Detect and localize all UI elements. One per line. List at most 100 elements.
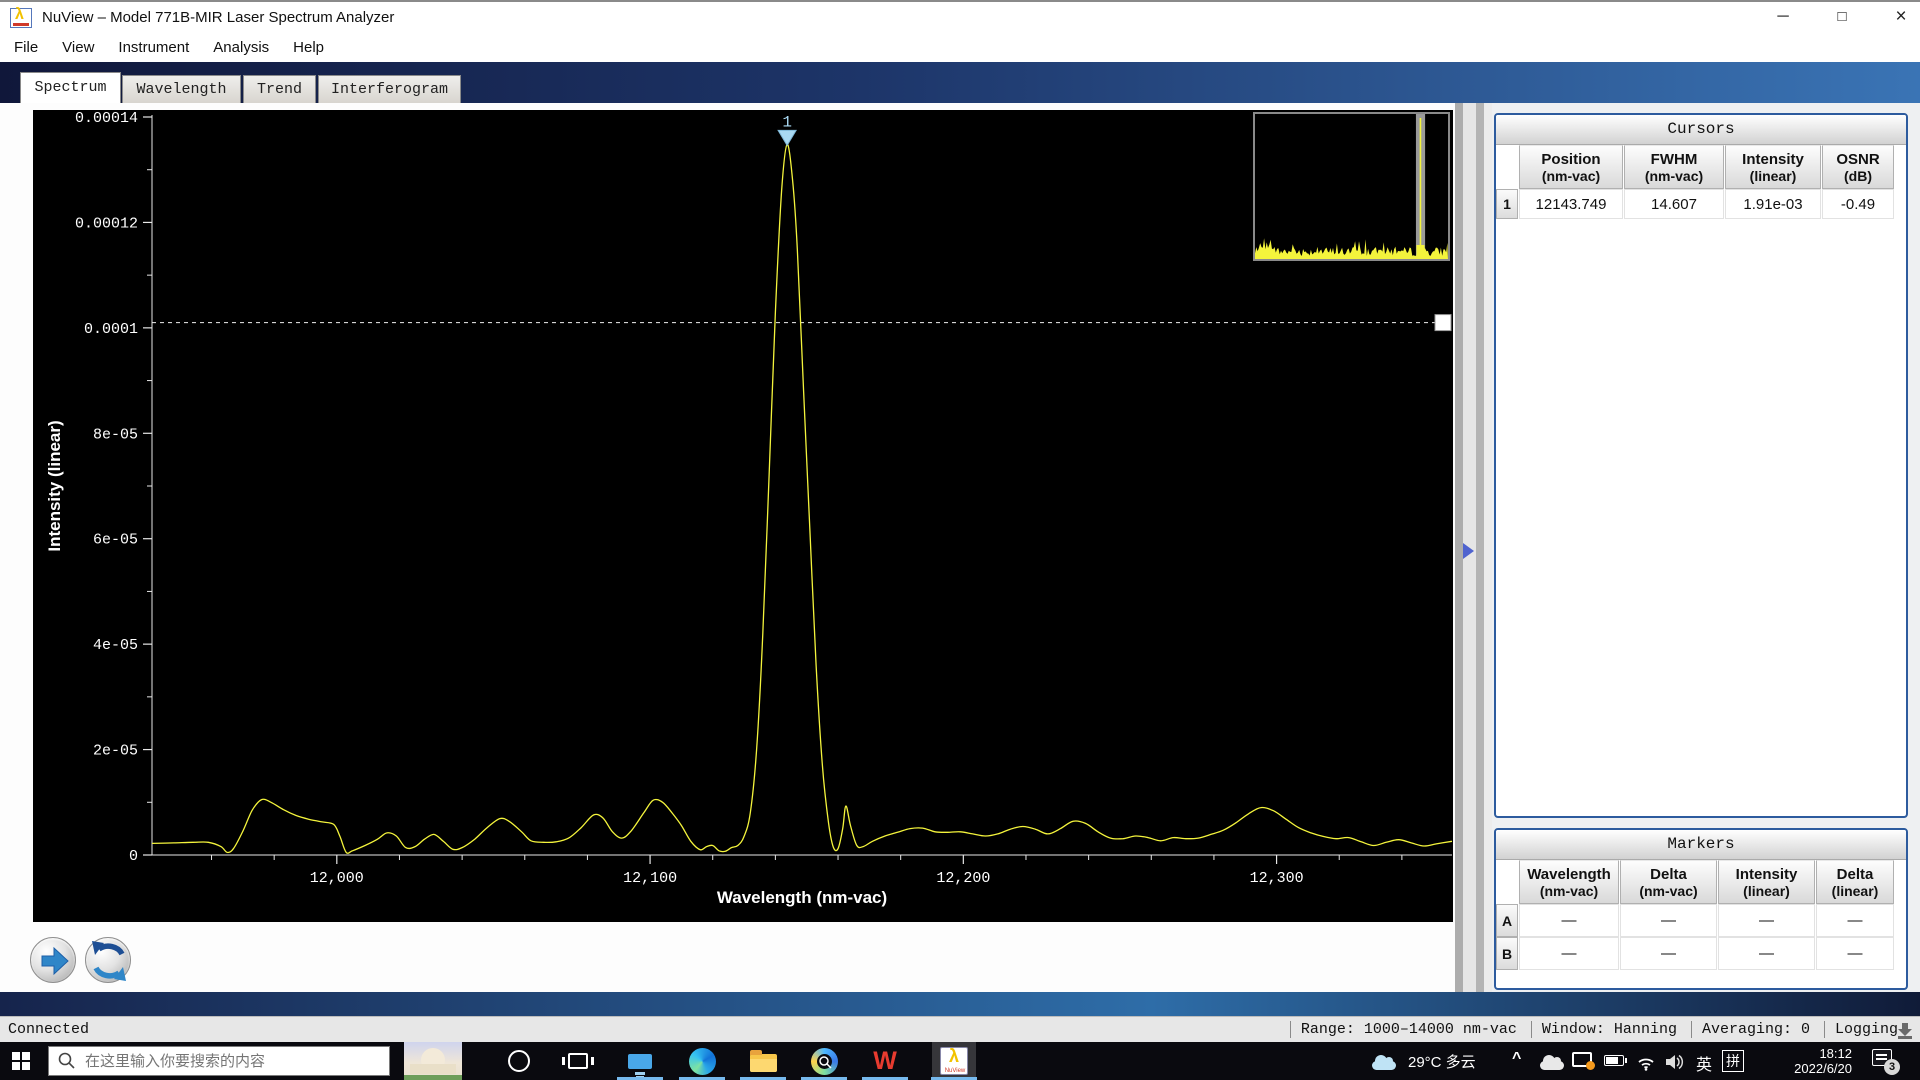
y-tick-label: 0.00012 xyxy=(75,215,138,232)
pc-app-icon[interactable] xyxy=(625,1046,655,1076)
col-wavelength: Wavelength (nm-vac) xyxy=(1519,860,1619,904)
onedrive-icon[interactable] xyxy=(1540,1061,1564,1070)
panel-splitter[interactable] xyxy=(1455,103,1492,992)
play-arrow-icon xyxy=(31,938,77,984)
markers-panel-title: Markers xyxy=(1496,830,1906,860)
clock[interactable]: 18:12 2022/6/20 xyxy=(1752,1046,1852,1076)
x-axis-title: Wavelength (nm-vac) xyxy=(717,888,887,908)
plot-area[interactable]: 02e-054e-056e-058e-050.00010.000120.0001… xyxy=(33,110,1453,922)
tab-wavelength[interactable]: Wavelength xyxy=(122,75,241,103)
col-osnr: OSNR (dB) xyxy=(1822,145,1894,189)
taskbar-search[interactable] xyxy=(48,1046,390,1076)
notification-center-icon[interactable]: 3 xyxy=(1872,1049,1892,1066)
peak-cursor-label: 1 xyxy=(782,113,792,131)
menu-file[interactable]: File xyxy=(14,39,38,56)
cursors-header-row: Position (nm-vac) FWHM (nm-vac) Intensit… xyxy=(1496,145,1906,189)
x-tick-label: 12,000 xyxy=(310,870,364,887)
minimize-button[interactable]: ─ xyxy=(1761,4,1805,32)
cursors-panel: Cursors Position (nm-vac) FWHM (nm-vac) … xyxy=(1494,113,1908,818)
cursor-row-id[interactable]: 1 xyxy=(1496,189,1518,219)
tab-trend[interactable]: Trend xyxy=(243,75,316,103)
y-tick-label: 0.00014 xyxy=(75,110,138,127)
title-bar: λ NuView – Model 771B-MIR Laser Spectrum… xyxy=(0,0,1920,32)
status-logging: Logging xyxy=(1824,1021,1902,1038)
news-widget-thumbnail[interactable] xyxy=(404,1042,462,1080)
marker-b-intensity: — xyxy=(1718,937,1815,970)
marker-a-wavelength: — xyxy=(1519,904,1619,937)
close-button[interactable]: × xyxy=(1879,4,1920,32)
battery-icon[interactable] xyxy=(1604,1055,1624,1066)
marker-row-id[interactable]: B xyxy=(1496,937,1518,970)
status-bar: Connected Range: 1000–14000 nm-vac Windo… xyxy=(0,1016,1920,1042)
start-button-icon[interactable] xyxy=(12,1052,30,1070)
y-tick-label: 0 xyxy=(129,848,138,865)
expand-panel-arrow-icon[interactable] xyxy=(1463,543,1474,559)
app-logo-icon: λ xyxy=(10,8,32,28)
window-title: NuView – Model 771B-MIR Laser Spectrum A… xyxy=(42,9,394,26)
wifi-icon[interactable] xyxy=(1636,1053,1656,1071)
markers-header-row: Wavelength (nm-vac) Delta (nm-vac) Inten… xyxy=(1496,860,1906,904)
cursors-panel-title: Cursors xyxy=(1496,115,1906,145)
maximize-button[interactable]: □ xyxy=(1820,4,1864,32)
x-tick-label: 12,200 xyxy=(936,870,990,887)
menu-instrument[interactable]: Instrument xyxy=(118,39,189,56)
play-button[interactable] xyxy=(30,937,76,983)
logging-download-icon xyxy=(1896,1021,1914,1039)
sync-display-icon[interactable] xyxy=(1572,1052,1592,1067)
menu-analysis[interactable]: Analysis xyxy=(213,39,269,56)
wps-office-icon[interactable]: W xyxy=(870,1046,900,1076)
spectrum-chart[interactable]: 02e-054e-056e-058e-050.00010.000120.0001… xyxy=(33,110,1453,922)
marker-a-delta-linear: — xyxy=(1816,904,1894,937)
col-fwhm: FWHM (nm-vac) xyxy=(1624,145,1724,189)
language-indicator[interactable]: 英 xyxy=(1696,1051,1712,1075)
file-explorer-icon[interactable] xyxy=(748,1046,778,1076)
spectrum-plot-panel: 02e-054e-056e-058e-050.00010.000120.0001… xyxy=(0,103,1455,992)
y-tick-label: 4e-05 xyxy=(93,637,138,654)
nuview-taskbar-button[interactable]: λNuView xyxy=(932,1042,976,1080)
cursor-fwhm-value: 14.607 xyxy=(1624,189,1724,219)
col-position: Position (nm-vac) xyxy=(1519,145,1623,189)
col-delta-linear: Delta (linear) xyxy=(1816,860,1894,904)
x-tick-label: 12,100 xyxy=(623,870,677,887)
speaker-icon[interactable] xyxy=(1664,1053,1686,1071)
bottom-accent-band xyxy=(0,992,1920,1016)
menu-help[interactable]: Help xyxy=(293,39,324,56)
screenshot-tool-icon[interactable] xyxy=(809,1046,839,1076)
marker-b-delta-nm: — xyxy=(1620,937,1717,970)
weather-icon[interactable] xyxy=(1372,1061,1396,1070)
tray-expand-chevron-icon[interactable]: ^ xyxy=(1512,1050,1521,1068)
tray-date: 2022/6/20 xyxy=(1752,1061,1852,1076)
search-input[interactable] xyxy=(85,1053,365,1070)
weather-label[interactable]: 29°C 多云 xyxy=(1408,1051,1476,1072)
overview-inset[interactable] xyxy=(1253,112,1450,261)
col-delta-nm: Delta (nm-vac) xyxy=(1620,860,1717,904)
marker-row-id[interactable]: A xyxy=(1496,904,1518,937)
ime-indicator[interactable]: 拼 xyxy=(1722,1050,1744,1072)
corner-cell xyxy=(1496,145,1518,189)
tab-spectrum[interactable]: Spectrum xyxy=(20,72,121,103)
notification-badge: 3 xyxy=(1884,1059,1900,1075)
cursor-osnr-value: -0.49 xyxy=(1822,189,1894,219)
right-panel: Cursors Position (nm-vac) FWHM (nm-vac) … xyxy=(1492,103,1920,992)
cortana-icon[interactable] xyxy=(508,1050,530,1072)
windows-taskbar: W λNuView 29°C 多云 ^ 英 拼 xyxy=(0,1042,1920,1080)
nuview-app-icon: λNuView xyxy=(940,1047,968,1075)
peak-cursor-marker[interactable] xyxy=(778,130,796,145)
task-view-icon[interactable] xyxy=(568,1053,588,1069)
threshold-cursor-handle[interactable] xyxy=(1435,315,1451,331)
tab-interferogram[interactable]: Interferogram xyxy=(318,75,461,103)
corner-cell xyxy=(1496,860,1518,904)
app-window: λ NuView – Model 771B-MIR Laser Spectrum… xyxy=(0,0,1920,1080)
menu-bar: File View Instrument Analysis Help xyxy=(0,32,1920,62)
refresh-icon xyxy=(86,938,132,984)
menu-view[interactable]: View xyxy=(62,39,94,56)
marker-a-delta-nm: — xyxy=(1620,904,1717,937)
status-range: Range: 1000–14000 nm-vac xyxy=(1290,1021,1531,1038)
tray-time: 18:12 xyxy=(1752,1046,1852,1061)
y-tick-label: 2e-05 xyxy=(93,743,138,760)
overview-trace xyxy=(1255,114,1448,259)
status-averaging: Averaging: 0 xyxy=(1691,1021,1824,1038)
refresh-button[interactable] xyxy=(85,937,131,983)
x-tick-label: 12,300 xyxy=(1250,870,1304,887)
edge-browser-icon[interactable] xyxy=(687,1046,717,1076)
